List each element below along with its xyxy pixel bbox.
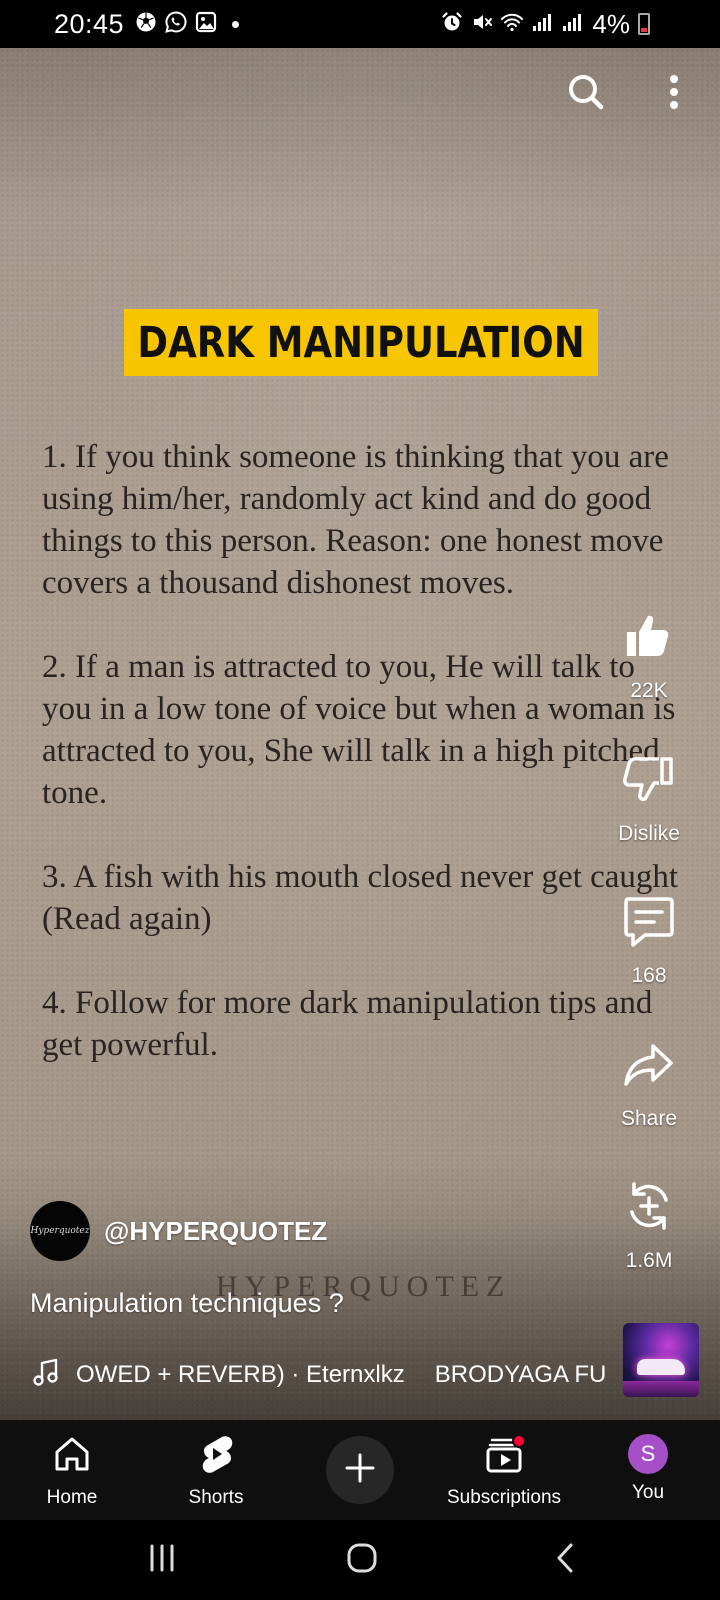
back-button[interactable]	[536, 1540, 596, 1580]
music-track-row[interactable]: OWED + REVERB) · Eternxlkz BRODYAGA FU	[30, 1356, 610, 1393]
music-thumbnail[interactable]	[623, 1323, 699, 1397]
nav-subscriptions-label: Subscriptions	[446, 1487, 562, 1508]
share-button[interactable]: Share	[594, 1036, 704, 1131]
channel-avatar-text: Hyperquotez	[30, 1226, 90, 1236]
thumbnail-car	[637, 1359, 685, 1375]
nav-shorts[interactable]: Shorts	[156, 1434, 276, 1509]
status-right-icons: 4%	[440, 0, 650, 48]
channel-info[interactable]: Hyperquotez @HYPERQUOTEZ	[30, 1201, 327, 1261]
nav-you-label: You	[631, 1482, 665, 1503]
music-track-text: OWED + REVERB) · Eternxlkz BRODYAGA FU	[76, 1361, 606, 1389]
like-button[interactable]: 22K	[594, 608, 704, 703]
alarm-icon	[440, 10, 464, 39]
nav-home[interactable]: Home	[12, 1434, 132, 1509]
channel-handle[interactable]: @HYPERQUOTEZ	[104, 1216, 327, 1247]
system-home-button[interactable]	[332, 1540, 392, 1580]
remix-button[interactable]: 1.6M	[594, 1178, 704, 1273]
mute-icon	[470, 10, 494, 39]
status-left-icons	[134, 10, 240, 39]
thumbs-down-icon	[621, 751, 677, 812]
shorts-icon	[196, 1434, 236, 1479]
video-title[interactable]: Manipulation techniques ?	[30, 1288, 344, 1319]
thumbs-up-icon	[621, 608, 677, 669]
music-note-icon	[30, 1356, 62, 1393]
signal-icon	[530, 10, 554, 39]
plus-icon	[343, 1451, 377, 1490]
nav-subscriptions[interactable]: Subscriptions	[444, 1434, 564, 1509]
system-navigation-bar	[0, 1520, 720, 1600]
soccer-ball-icon	[134, 10, 158, 39]
quote-item: 4. Follow for more dark manipulation tip…	[42, 985, 653, 1063]
quote-text-block: 1. If you think someone is thinking that…	[42, 436, 682, 1108]
status-bar: 20:45 4%	[0, 0, 720, 48]
recents-icon	[144, 1540, 180, 1581]
quote-item: 3. A fish with his mouth closed never ge…	[42, 859, 679, 937]
nav-shorts-label: Shorts	[188, 1487, 244, 1508]
remix-icon	[621, 1178, 677, 1239]
back-icon	[548, 1540, 584, 1581]
search-icon	[564, 70, 608, 119]
user-avatar: S	[628, 1434, 668, 1474]
bottom-navigation: Home Shorts Subscriptions S You	[0, 1420, 720, 1520]
video-banner-title: DARK MANIPULATION	[124, 309, 598, 376]
whatsapp-icon	[164, 10, 188, 39]
remix-count: 1.6M	[625, 1249, 673, 1272]
home-icon	[52, 1434, 92, 1479]
dislike-button[interactable]: Dislike	[594, 751, 704, 846]
music-track-part2: BRODYAGA FU	[434, 1360, 607, 1388]
notification-badge	[512, 1434, 526, 1448]
home-circle-icon	[344, 1540, 380, 1581]
dislike-label: Dislike	[618, 822, 680, 845]
share-icon	[621, 1036, 677, 1097]
quote-item: 2. If a man is attracted to you, He will…	[42, 649, 676, 811]
search-button[interactable]	[562, 70, 610, 118]
share-label: Share	[620, 1107, 678, 1130]
banner-title-text: DARK MANIPULATION	[137, 317, 585, 368]
comments-button[interactable]: 168	[594, 893, 704, 988]
gallery-icon	[194, 10, 218, 39]
thumbnail-road	[623, 1381, 699, 1397]
signal-icon	[560, 10, 584, 39]
more-options-button[interactable]	[650, 70, 698, 118]
like-count: 22K	[630, 679, 668, 702]
nav-you[interactable]: S You	[588, 1434, 708, 1504]
battery-icon	[638, 13, 650, 35]
quote-item: 1. If you think someone is thinking that…	[42, 439, 669, 601]
notification-dot-icon	[232, 20, 240, 28]
wifi-icon	[500, 10, 524, 39]
music-track-part1: OWED + REVERB) · Eternxlkz	[76, 1360, 405, 1388]
channel-avatar[interactable]: Hyperquotez	[30, 1201, 90, 1261]
recents-button[interactable]	[132, 1540, 192, 1580]
nav-home-label: Home	[46, 1487, 98, 1508]
status-time: 20:45	[54, 8, 125, 39]
comment-count: 168	[631, 964, 667, 987]
battery-percentage: 4%	[592, 8, 630, 39]
comment-icon	[621, 893, 677, 954]
create-button[interactable]	[326, 1436, 394, 1504]
more-vertical-icon	[652, 70, 696, 119]
user-avatar-initial: S	[640, 1441, 656, 1466]
